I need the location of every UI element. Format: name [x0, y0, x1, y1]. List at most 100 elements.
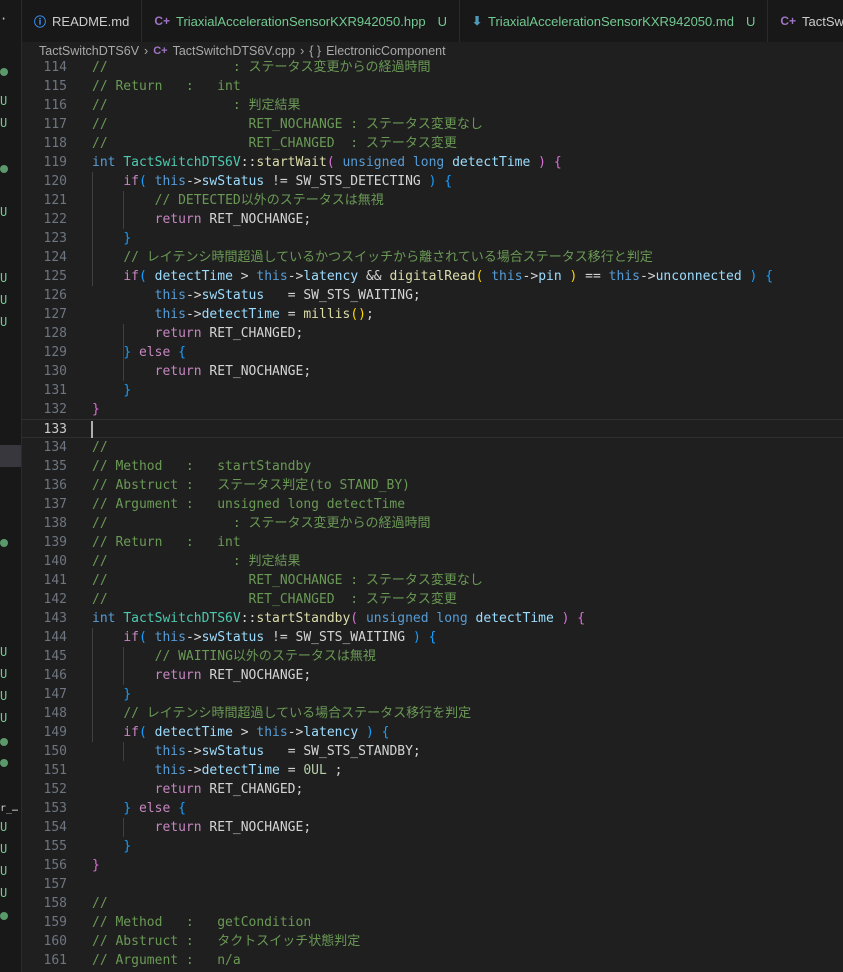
- code-line[interactable]: 140 // : 判定結果: [22, 552, 843, 571]
- explorer-sidebar[interactable]: · U U U U U U U U U Ur_… U U U U: [0, 0, 22, 972]
- code-line[interactable]: 124 // レイテンシ時間超過しているかつスイッチから離されている場合ステータ…: [22, 248, 843, 267]
- tab-0[interactable]: ⓘ README.md: [22, 0, 143, 42]
- tab-3[interactable]: C+ TactSw: [768, 0, 843, 42]
- code-line[interactable]: 128 return RET_CHANGED;: [22, 324, 843, 343]
- code-line[interactable]: 118 // RET_CHANGED : ステータス変更: [22, 134, 843, 153]
- code-text: // RET_CHANGED : ステータス変更: [92, 134, 457, 153]
- indent-guide: [123, 647, 124, 685]
- code-line[interactable]: 150 this->swStatus = SW_STS_STANDBY;: [22, 742, 843, 761]
- code-line[interactable]: 148 // レイテンシ時間超過している場合ステータス移行を判定: [22, 704, 843, 723]
- code-line[interactable]: 127 this->detectTime = millis();: [22, 305, 843, 324]
- breadcrumb-symbol[interactable]: ElectronicComponent: [326, 44, 446, 58]
- code-line[interactable]: 130 return RET_NOCHANGE;: [22, 362, 843, 381]
- code-line[interactable]: 156}: [22, 856, 843, 875]
- code-line[interactable]: 147 }: [22, 685, 843, 704]
- code-line[interactable]: 131 }: [22, 381, 843, 400]
- line-number: 155: [43, 839, 67, 854]
- code-text: } else {: [92, 343, 186, 362]
- code-line[interactable]: 157: [22, 875, 843, 894]
- code-token: RET_NOCHANGE;: [201, 212, 312, 227]
- code-line[interactable]: 138 // : ステータス変更からの経過時間: [22, 514, 843, 533]
- code-line[interactable]: 116 // : 判定結果: [22, 96, 843, 115]
- code-token: latency: [303, 269, 359, 284]
- code-line[interactable]: 136 // Abstruct : ステータス判定(to STAND_BY): [22, 476, 843, 495]
- code-line[interactable]: 146 return RET_NOCHANGE;: [22, 666, 843, 685]
- code-line[interactable]: 119 int TactSwitchDTS6V::startWait( unsig…: [22, 153, 843, 172]
- breadcrumb-file[interactable]: TactSwitchDTS6V.cpp: [173, 44, 296, 58]
- code-line[interactable]: 120 if( this->swStatus != SW_STS_DETECTI…: [22, 172, 843, 191]
- indent-guide: [123, 191, 124, 229]
- code-token: // RET_NOCHANGE : ステータス変更なし: [92, 573, 483, 588]
- code-token: (: [326, 155, 335, 170]
- code-editor[interactable]: 114 // : ステータス変更からの経過時間 115 // Return : int…: [22, 58, 843, 972]
- line-number: 118: [43, 136, 67, 151]
- code-text: }: [92, 837, 131, 856]
- code-line[interactable]: 159 // Method : getCondition: [22, 913, 843, 932]
- code-line[interactable]: 115 // Return : int: [22, 77, 843, 96]
- line-number: 150: [43, 744, 67, 759]
- code-text: }: [92, 685, 131, 704]
- code-line[interactable]: 126 this->swStatus = SW_STS_WAITING;: [22, 286, 843, 305]
- code-line[interactable]: 134 //: [22, 438, 843, 457]
- explorer-git-badge: U: [0, 94, 8, 108]
- line-number: 128: [43, 326, 67, 341]
- code-token: pin: [538, 269, 562, 284]
- code-token: // Return : int: [92, 79, 241, 94]
- code-line[interactable]: 160 // Abstruct : タクトスイッチ状態判定: [22, 932, 843, 951]
- explorer-selected-item[interactable]: [0, 445, 21, 467]
- code-line[interactable]: 155 }: [22, 837, 843, 856]
- code-token: this: [154, 174, 186, 189]
- code-token: {: [444, 174, 453, 189]
- code-text: return RET_CHANGED;: [92, 780, 304, 799]
- tab-2[interactable]: ⬇ TriaxialAccelerationSensorKXR942050.md U: [459, 0, 769, 42]
- code-line[interactable]: 153 } else {: [22, 799, 843, 818]
- code-line[interactable]: 149 if( detectTime > this->latency ) {: [22, 723, 843, 742]
- line-number: 119: [43, 155, 67, 170]
- code-line[interactable]: 161 // Argument : n/a: [22, 951, 843, 970]
- code-line[interactable]: 137 // Argument : unsigned long detectTim…: [22, 495, 843, 514]
- code-line[interactable]: 125 if( detectTime > this->latency && di…: [22, 267, 843, 286]
- code-line[interactable]: 142 // RET_CHANGED : ステータス変更: [22, 590, 843, 609]
- code-line[interactable]: 135 // Method : startStandby: [22, 457, 843, 476]
- code-line[interactable]: 129 } else {: [22, 343, 843, 362]
- code-token: ->: [185, 288, 202, 303]
- code-line[interactable]: 123 }: [22, 229, 843, 248]
- code-line[interactable]: 144 if( this->swStatus != SW_STS_WAITING…: [22, 628, 843, 647]
- code-line[interactable]: 114 // : ステータス変更からの経過時間: [22, 58, 843, 77]
- code-line[interactable]: 154 return RET_NOCHANGE;: [22, 818, 843, 837]
- code-token: RET_CHANGED;: [201, 782, 304, 797]
- code-line[interactable]: 132}: [22, 400, 843, 419]
- cpp-icon: C+: [153, 45, 168, 57]
- code-line[interactable]: 117 // RET_NOCHANGE : ステータス変更なし: [22, 115, 843, 134]
- breadcrumb-folder[interactable]: TactSwitchDTS6V: [39, 44, 139, 58]
- code-line[interactable]: 122 return RET_NOCHANGE;: [22, 210, 843, 229]
- code-line[interactable]: 151 this->detectTime = 0UL ;: [22, 761, 843, 780]
- modified-dot-icon: [0, 68, 8, 76]
- code-token: swStatus: [201, 288, 265, 303]
- explorer-git-badge: U: [0, 842, 8, 856]
- code-line[interactable]: 121 // DETECTED以外のステータスは無視: [22, 191, 843, 210]
- code-token: unsigned long: [365, 611, 468, 626]
- code-line[interactable]: 139 // Return : int: [22, 533, 843, 552]
- code-token: this: [256, 269, 288, 284]
- code-line[interactable]: 143 int TactSwitchDTS6V::startStandby( un…: [22, 609, 843, 628]
- code-token: ->: [185, 307, 202, 322]
- line-number: 114: [43, 60, 67, 75]
- code-line[interactable]: 133: [22, 419, 843, 438]
- code-line[interactable]: 145 // WAITING以外のステータスは無視: [22, 647, 843, 666]
- code-line[interactable]: 152 return RET_CHANGED;: [22, 780, 843, 799]
- code-line[interactable]: 158 //: [22, 894, 843, 913]
- tab-1[interactable]: C+ TriaxialAccelerationSensorKXR942050.hp…: [142, 0, 460, 42]
- code-text: int TactSwitchDTS6V::startStandby( unsig…: [92, 609, 585, 628]
- code-token: ->: [185, 744, 202, 759]
- code-line[interactable]: 141 // RET_NOCHANGE : ステータス変更なし: [22, 571, 843, 590]
- code-token: ): [412, 630, 421, 645]
- modified-dot-icon: [0, 738, 8, 746]
